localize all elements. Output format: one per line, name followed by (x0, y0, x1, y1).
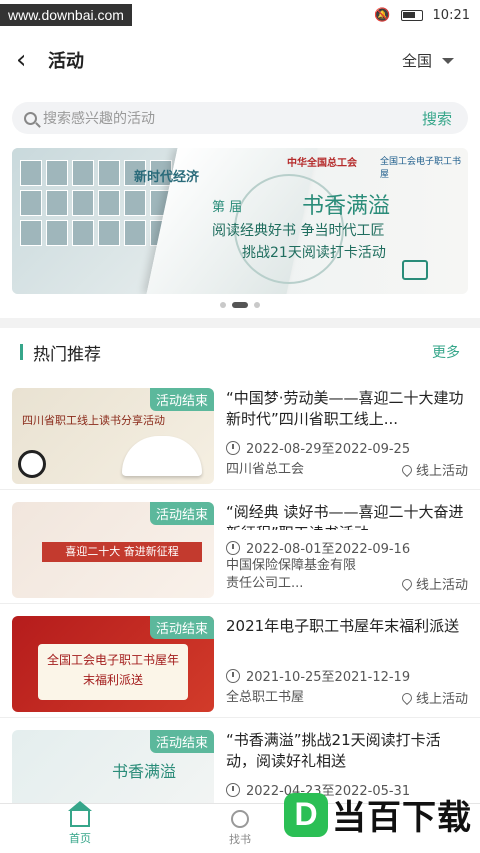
carousel-dot-active[interactable] (232, 302, 248, 308)
brand-watermark: D 当百下载 (284, 790, 472, 839)
envelope-icon (402, 260, 428, 280)
activity-location: 线上活动 (399, 574, 468, 593)
carousel-dots (12, 294, 468, 312)
tab-find-label: 找书 (229, 833, 251, 846)
activity-date-row: 2021-10-25至2021-12-19 (226, 666, 468, 685)
region-label: 全国 (401, 52, 432, 70)
thumbnail-caption: 书香满溢 (112, 762, 177, 781)
dropdown-triangle-icon (442, 57, 454, 64)
section-title: 热门推荐 (33, 344, 101, 365)
thumbnail-caption: 喜迎二十大 奋进新征程 (42, 542, 202, 562)
reading-room-logo: 全国工会电子职工书屋 (380, 157, 462, 180)
banner-edition: 第 届 (212, 200, 243, 215)
status-bar: www.downbai.com 🔕 10:21 (0, 0, 480, 30)
location-pin-icon (399, 462, 415, 477)
banner-new-era-text: 新时代经济 (134, 170, 200, 185)
activity-info: “阅经典 读好书——喜迎二十大奋进新征程”职工读书活动 2022-08-01至2… (214, 502, 468, 593)
tab-home-label: 首页 (69, 832, 91, 845)
activity-organizer: 全总职工书屋 (226, 690, 305, 705)
thumbnail-caption: 四川省职工线上读书分享活动 (22, 414, 165, 427)
clock-icon (226, 440, 240, 455)
hot-section-header: 热门推荐 更多 (0, 328, 480, 376)
activity-organizer: 四川省总工会 (226, 462, 305, 477)
activity-card[interactable]: 四川省职工线上读书分享活动 活动结束 “中国梦·劳动美——喜迎二十大建功新时代”… (0, 376, 480, 490)
search-input[interactable]: 搜索感兴趣的活动 (43, 108, 155, 128)
banner-line-1: 阅读经典好书 争当时代工匠 (212, 223, 385, 239)
activity-title: “阅经典 读好书——喜迎二十大奋进新征程”职工读书活动 (226, 503, 464, 530)
activity-title: 2021年电子职工书屋年末福利派送 (226, 617, 460, 635)
acftu-logo: 中华全国总工会 (287, 158, 357, 169)
activity-card[interactable]: 喜迎二十大 奋进新征程 活动结束 “阅经典 读好书——喜迎二十大奋进新征程”职工… (0, 490, 480, 604)
battery-icon (400, 9, 423, 21)
clock-icon (226, 668, 240, 683)
location-pin-icon (399, 690, 415, 705)
banner-carousel[interactable]: 新时代经济 中华全国总工会 全国工会电子职工书屋 第 届 书香满溢 阅读经典好书… (12, 148, 468, 294)
activity-date-row: 2022-08-01至2022-09-16 (226, 538, 468, 557)
activity-info: 2021年电子职工书屋年末福利派送 2021-10-25至2021-12-19 … (214, 616, 468, 707)
region-selector[interactable]: 全国 (402, 50, 454, 71)
banner-headline: 书香满溢 (302, 194, 391, 219)
brand-watermark-text: 当百下载 (332, 798, 472, 838)
activity-organizer: 中国保险保障基金有限责任公司工... (226, 558, 357, 591)
clock-icon (226, 540, 240, 555)
find-book-icon (231, 810, 249, 828)
status-badge: 活动结束 (149, 730, 214, 753)
thumbnail-caption: 全国工会电子职工书屋年末福利派送 (38, 644, 188, 700)
panda-illustration (18, 450, 46, 478)
activity-meta: 全总职工书屋 线上活动 (226, 688, 468, 707)
activity-card[interactable]: 全国工会电子职工书屋年末福利派送 活动结束 2021年电子职工书屋年末福利派送 … (0, 604, 480, 718)
banner-line-2: 挑战21天阅读打卡活动 (242, 245, 386, 261)
mute-icon: 🔕 (374, 7, 391, 23)
search-icon (24, 111, 37, 125)
status-icons: 🔕 10:21 (374, 8, 470, 23)
clock-time: 10:21 (432, 7, 470, 23)
location-text: 线上活动 (415, 578, 468, 593)
activity-title: “书香满溢”挑战21天阅读打卡活动，阅读好礼相送 (226, 731, 441, 770)
activity-date: 2022-08-01至2022-09-16 (246, 542, 411, 557)
tab-home[interactable]: 首页 (0, 801, 160, 853)
activity-location: 线上活动 (399, 460, 468, 479)
activity-location: 线上活动 (399, 688, 468, 707)
activity-thumbnail: 全国工会电子职工书屋年末福利派送 活动结束 (12, 616, 214, 712)
activity-title: “中国梦·劳动美——喜迎二十大建功新时代”四川省职工线上... (226, 389, 464, 428)
home-icon (68, 801, 92, 827)
watermark-text: www.downbai.com (0, 4, 132, 26)
page-title: 活动 (48, 51, 84, 72)
clock-icon (226, 782, 240, 797)
carousel-dot[interactable] (220, 302, 226, 308)
banner-section: 新时代经济 中华全国总工会 全国工会电子职工书屋 第 届 书香满溢 阅读经典好书… (0, 140, 480, 318)
activity-thumbnail: 四川省职工线上读书分享活动 活动结束 (12, 388, 214, 484)
activity-date-row: 2022-08-29至2022-09-25 (226, 438, 468, 457)
back-arrow-icon[interactable]: ‹ (16, 47, 44, 73)
activity-list: 四川省职工线上读书分享活动 活动结束 “中国梦·劳动美——喜迎二十大建功新时代”… (0, 376, 480, 832)
status-badge: 活动结束 (149, 388, 214, 411)
location-text: 线上活动 (415, 464, 468, 479)
status-badge: 活动结束 (149, 616, 214, 639)
activity-meta: 中国保险保障基金有限责任公司工... 线上活动 (226, 557, 468, 593)
activity-info: “中国梦·劳动美——喜迎二十大建功新时代”四川省职工线上... 2022-08-… (214, 388, 468, 479)
activity-thumbnail: 喜迎二十大 奋进新征程 活动结束 (12, 502, 214, 598)
search-button[interactable]: 搜索 (422, 108, 452, 129)
activity-date: 2021-10-25至2021-12-19 (246, 670, 411, 685)
activity-meta: 四川省总工会 线上活动 (226, 460, 468, 479)
more-link[interactable]: 更多 (432, 342, 460, 362)
location-pin-icon (399, 576, 415, 591)
activity-date: 2022-08-29至2022-09-25 (246, 442, 411, 457)
brand-logo-icon: D (284, 792, 328, 837)
section-accent-bar (20, 344, 23, 360)
top-bar: ‹ 活动 全国 (0, 30, 480, 90)
open-book-illustration (122, 436, 202, 476)
search-bar[interactable]: 搜索感兴趣的活动 搜索 (12, 102, 468, 134)
search-section: 搜索感兴趣的活动 搜索 (0, 90, 480, 140)
location-text: 线上活动 (415, 692, 468, 707)
status-badge: 活动结束 (149, 502, 214, 525)
carousel-dot[interactable] (254, 302, 260, 308)
